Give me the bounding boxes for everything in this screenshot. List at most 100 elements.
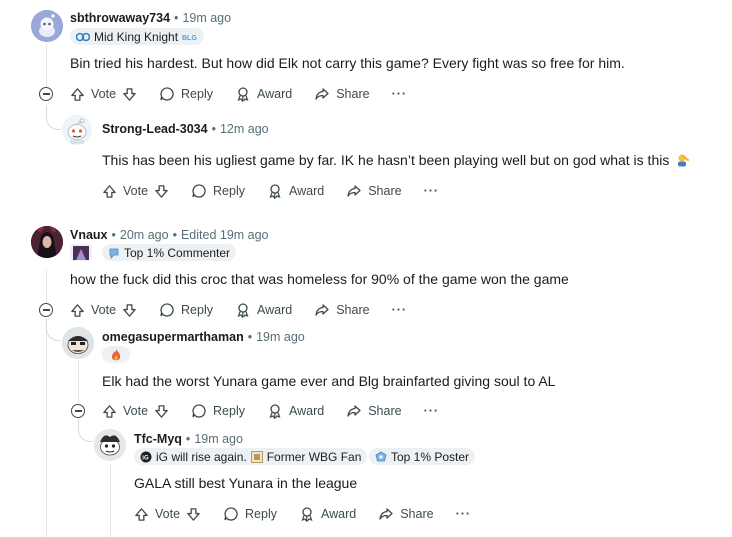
reply-button[interactable]: Reply: [159, 86, 213, 102]
vote-label: Vote: [123, 404, 149, 418]
upvote-icon[interactable]: [102, 404, 117, 419]
share-button[interactable]: Share: [314, 302, 370, 318]
downvote-icon[interactable]: [154, 184, 169, 199]
award-label: Award: [289, 184, 325, 198]
vote-label: Vote: [123, 184, 149, 198]
share-icon: [315, 304, 329, 316]
award-label: Award: [257, 303, 293, 317]
thread-elbow: [46, 105, 61, 130]
username[interactable]: Vnaux: [70, 228, 108, 242]
award-button[interactable]: Award: [267, 183, 324, 199]
share-icon: [379, 508, 393, 520]
comment-meta: Vnaux • 20m ago • Edited 19m ago: [70, 228, 269, 242]
collapse-button[interactable]: [39, 303, 53, 317]
downvote-icon[interactable]: [154, 404, 169, 419]
user-flair: iG iG will rise again. Former WBG Fan: [134, 448, 368, 465]
comment-actions: Vote Reply Award Share ···: [70, 300, 429, 320]
snoo-avatar-icon: [67, 118, 87, 144]
flair-text: Top 1% Commenter: [124, 245, 231, 260]
thread-elbow: [46, 318, 61, 341]
avatar[interactable]: [31, 10, 63, 42]
flair-image: [102, 346, 130, 363]
upvote-icon[interactable]: [70, 87, 85, 102]
username[interactable]: sbthrowaway734: [70, 11, 170, 25]
flair-image: [70, 244, 92, 261]
collapse-button[interactable]: [39, 87, 53, 101]
share-button[interactable]: Share: [346, 183, 402, 199]
timestamp[interactable]: 19m ago: [256, 330, 305, 344]
share-label: Share: [336, 303, 370, 317]
share-label: Share: [400, 507, 434, 521]
downvote-icon[interactable]: [122, 303, 137, 318]
thread-line: [46, 318, 47, 537]
more-options-button[interactable]: ···: [456, 507, 472, 521]
share-label: Share: [368, 184, 402, 198]
user-flair: Mid King Knight BLG: [70, 28, 205, 45]
reply-icon: [192, 184, 206, 198]
more-options-button[interactable]: ···: [392, 303, 408, 317]
upvote-icon[interactable]: [102, 184, 117, 199]
upvote-icon[interactable]: [134, 507, 149, 522]
comment-actions: Vote Reply Award Share ···: [134, 504, 493, 524]
timestamp[interactable]: 20m ago: [120, 228, 169, 242]
avatar[interactable]: [62, 115, 92, 145]
award-button[interactable]: Award: [299, 506, 356, 522]
comment-text: This has been his ugliest game by far. I…: [102, 152, 670, 168]
timestamp[interactable]: 19m ago: [194, 432, 243, 446]
comment-actions: Vote Reply Award Share ···: [102, 181, 461, 201]
upvote-icon[interactable]: [70, 303, 85, 318]
avatar[interactable]: [31, 226, 63, 258]
vote-control[interactable]: Vote: [70, 303, 137, 318]
reply-button[interactable]: Reply: [191, 403, 245, 419]
reply-button[interactable]: Reply: [223, 506, 277, 522]
award-label: Award: [257, 87, 293, 101]
svg-text:iG: iG: [142, 455, 149, 461]
downvote-icon[interactable]: [122, 87, 137, 102]
reply-label: Reply: [245, 507, 277, 521]
vote-control[interactable]: Vote: [134, 507, 201, 522]
reply-label: Reply: [213, 404, 245, 418]
thread-line: [110, 464, 111, 537]
timestamp[interactable]: 19m ago: [182, 11, 231, 25]
top-poster-icon: [375, 451, 387, 461]
username[interactable]: Strong-Lead-3034: [102, 122, 208, 136]
snoo-avatar-icon: [94, 429, 126, 461]
champion-portrait-icon: [73, 245, 89, 260]
avatar[interactable]: [94, 429, 126, 461]
snoo-avatar-icon: [31, 10, 63, 42]
username[interactable]: omegasupermarthaman: [102, 330, 244, 344]
share-button[interactable]: Share: [378, 506, 434, 522]
reply-icon: [192, 404, 206, 418]
vote-control[interactable]: Vote: [102, 404, 169, 419]
award-button[interactable]: Award: [267, 403, 324, 419]
vote-control[interactable]: Vote: [102, 184, 169, 199]
comment-body: Elk had the worst Yunara game ever and B…: [102, 373, 556, 389]
award-button[interactable]: Award: [235, 302, 292, 318]
more-options-button[interactable]: ···: [424, 404, 440, 418]
reply-button[interactable]: Reply: [191, 183, 245, 199]
reply-label: Reply: [181, 87, 213, 101]
username[interactable]: Tfc-Myq: [134, 432, 182, 446]
more-options-button[interactable]: ···: [424, 184, 440, 198]
share-label: Share: [336, 87, 370, 101]
reply-label: Reply: [181, 303, 213, 317]
reply-button[interactable]: Reply: [159, 302, 213, 318]
avatar[interactable]: [62, 327, 94, 359]
flair-emblem-icon: [76, 32, 90, 41]
comment-body: how the fuck did this croc that was home…: [70, 271, 569, 287]
comment-actions: Vote Reply Award Share ···: [102, 401, 461, 421]
flair-text: iG will rise again.: [156, 449, 247, 464]
svg-text:BLG: BLG: [182, 35, 197, 41]
timestamp[interactable]: 12m ago: [220, 122, 269, 136]
comment-meta: Tfc-Myq • 19m ago: [134, 432, 243, 446]
vote-control[interactable]: Vote: [70, 87, 137, 102]
share-icon: [315, 88, 329, 100]
award-button[interactable]: Award: [235, 86, 292, 102]
collapse-button[interactable]: [71, 404, 85, 418]
share-button[interactable]: Share: [314, 86, 370, 102]
more-options-button[interactable]: ···: [392, 87, 408, 101]
downvote-icon[interactable]: [186, 507, 201, 522]
reply-icon: [224, 507, 238, 521]
share-button[interactable]: Share: [346, 403, 402, 419]
user-avatar-icon: [31, 226, 63, 258]
